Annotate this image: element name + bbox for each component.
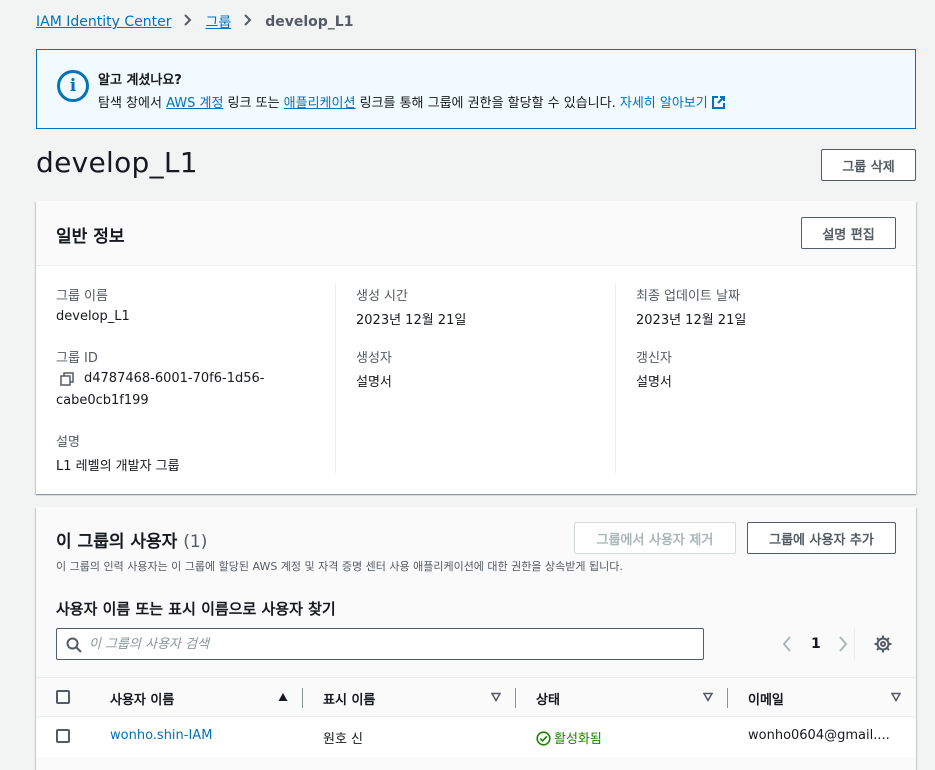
group-name-label: 그룹 이름	[56, 289, 108, 304]
column-divider	[335, 283, 336, 473]
copy-icon[interactable]	[60, 372, 74, 386]
group-id-value-line1: d4787468-6001-70f6-1d56-	[84, 371, 265, 386]
updater-value: 설명서	[636, 375, 672, 390]
group-id-label: 그룹 ID	[56, 351, 98, 366]
group-name-value: develop_L1	[56, 309, 130, 324]
select-all-checkbox[interactable]	[56, 690, 70, 704]
column-header-status[interactable]: 상태	[536, 689, 560, 708]
learn-more-link[interactable]: 자세히 알아보기	[620, 96, 708, 111]
column-divider	[615, 283, 616, 473]
remove-user-button[interactable]: 그룹에서 사용자 제거	[574, 522, 736, 554]
next-page-icon[interactable]	[838, 636, 848, 656]
aws-account-link[interactable]: AWS 계정	[166, 96, 223, 111]
column-divider	[302, 688, 303, 708]
column-header-display-name[interactable]: 표시 이름	[323, 689, 375, 708]
settings-gear-icon[interactable]	[874, 635, 892, 657]
search-heading: 사용자 이름 또는 표시 이름으로 사용자 찾기	[56, 600, 336, 618]
creator-label: 생성자	[356, 351, 392, 366]
breadcrumb-groups[interactable]: 그룹	[205, 12, 231, 32]
pager-divider	[854, 628, 855, 660]
banner-text-prefix: 탐색 창에서	[98, 96, 167, 111]
sort-ascending-icon[interactable]	[278, 692, 288, 702]
sort-icon[interactable]	[703, 692, 713, 702]
info-banner: i 알고 계셨나요? 탐색 창에서 AWS 계정 링크 또는 애플리케이션 링크…	[36, 49, 916, 129]
users-title: 이 그룹의 사용자 (1)	[56, 527, 207, 552]
users-description: 이 그룹의 인력 사용자는 이 그룹에 할당된 AWS 계정 및 자격 증명 센…	[56, 560, 623, 573]
search-icon	[66, 637, 82, 653]
description-label: 설명	[56, 435, 80, 450]
group-users-panel: 이 그룹의 사용자 (1) 그룹에서 사용자 제거 그룹에 사용자 추가 이 그…	[36, 507, 916, 770]
current-page-number[interactable]: 1	[811, 636, 821, 652]
users-table-header: 사용자 이름 표시 이름 상태 이메일	[36, 677, 916, 717]
sort-icon[interactable]	[491, 692, 501, 702]
updated-label: 최종 업데이트 날짜	[636, 289, 740, 304]
delete-group-button[interactable]: 그룹 삭제	[821, 149, 916, 181]
column-header-email[interactable]: 이메일	[748, 689, 784, 708]
banner-text-mid2: 링크를 통해 그룹에 권한을 할당할 수 있습니다.	[355, 96, 620, 111]
username-link[interactable]: wonho.shin-IAM	[110, 728, 212, 743]
general-info-panel: 일반 정보 설명 편집 그룹 이름 develop_L1 그룹 ID d4787…	[36, 201, 916, 494]
banner-title: 알고 계셨나요?	[98, 73, 182, 88]
breadcrumb-current: develop_L1	[265, 14, 354, 30]
updated-value: 2023년 12월 21일	[636, 313, 747, 328]
breadcrumb-iam-identity-center[interactable]: IAM Identity Center	[36, 14, 171, 30]
row-checkbox[interactable]	[56, 729, 70, 743]
sort-icon[interactable]	[891, 692, 901, 702]
banner-text: 탐색 창에서 AWS 계정 링크 또는 애플리케이션 링크를 통해 그룹에 권한…	[98, 92, 725, 111]
search-field[interactable]	[89, 635, 689, 653]
status-text: 활성화됨	[554, 732, 602, 747]
add-user-button[interactable]: 그룹에 사용자 추가	[747, 522, 896, 554]
group-id-value-line2: cabe0cb1f199	[56, 393, 149, 408]
applications-link[interactable]: 애플리케이션	[284, 96, 356, 111]
info-icon: i	[57, 70, 89, 102]
email-cell: wonho0604@gmail....	[748, 728, 890, 743]
created-value: 2023년 12월 21일	[356, 313, 467, 328]
chevron-right-icon	[184, 14, 192, 30]
description-value: L1 레벨의 개발자 그룹	[56, 459, 180, 474]
banner-text-mid1: 링크 또는	[223, 96, 284, 111]
created-label: 생성 시간	[356, 289, 408, 304]
users-title-text: 이 그룹의 사용자	[56, 532, 178, 552]
column-divider	[727, 688, 728, 708]
external-link-icon[interactable]	[711, 96, 725, 109]
updater-label: 갱신자	[636, 351, 672, 366]
users-count: (1)	[183, 532, 208, 552]
status-cell: 활성화됨	[536, 728, 602, 747]
edit-description-button[interactable]: 설명 편집	[801, 217, 896, 249]
page-title: develop_L1	[36, 146, 198, 179]
check-circle-icon	[536, 731, 551, 746]
breadcrumb: IAM Identity Center 그룹 develop_L1	[36, 12, 353, 32]
prev-page-icon[interactable]	[782, 636, 792, 656]
chevron-right-icon	[244, 14, 252, 30]
table-row[interactable]: wonho.shin-IAM 원호 신 활성화됨 wonho0604@gmail…	[36, 717, 916, 757]
column-header-username[interactable]: 사용자 이름	[110, 689, 174, 708]
display-name-cell: 원호 신	[323, 732, 364, 747]
general-info-title: 일반 정보	[56, 227, 125, 247]
creator-value: 설명서	[356, 375, 392, 390]
search-input[interactable]	[56, 628, 704, 660]
column-divider	[515, 688, 516, 708]
panel-header	[36, 201, 916, 266]
